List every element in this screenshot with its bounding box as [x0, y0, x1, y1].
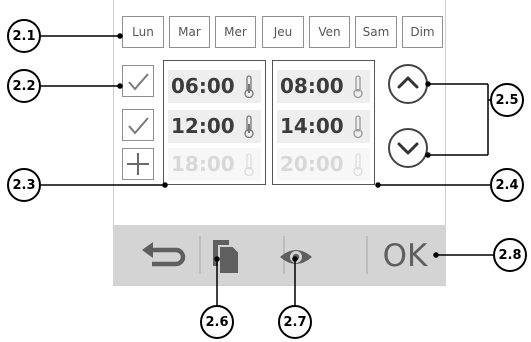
thermostat-diagram: Lun Mar Mer Jeu Ven Sam Dim 06:00 12:00 … — [0, 0, 531, 342]
callout-2-8: 2.8 — [493, 238, 527, 272]
callout-2-3: 2.3 — [7, 168, 41, 202]
callout-2-6: 2.6 — [200, 305, 234, 339]
callout-2-5: 2.5 — [490, 83, 524, 117]
callout-2-2: 2.2 — [7, 69, 41, 103]
callout-2-4: 2.4 — [490, 168, 524, 202]
callout-2-7: 2.7 — [278, 305, 312, 339]
callout-2-1: 2.1 — [7, 19, 41, 53]
callout-leader-lines — [41, 33, 495, 306]
